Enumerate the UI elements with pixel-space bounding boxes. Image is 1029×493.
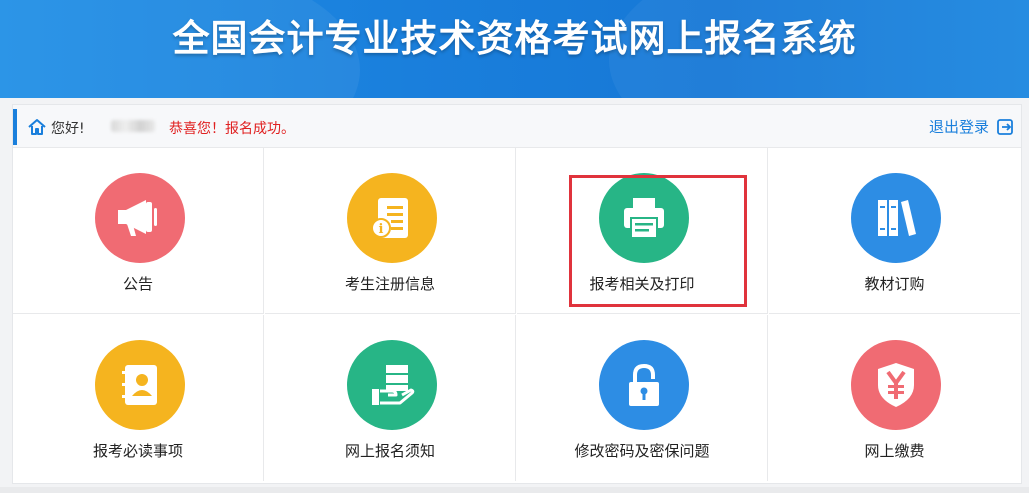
logout-button[interactable]: 退出登录 — [929, 116, 1015, 137]
logout-icon — [997, 118, 1013, 135]
menu-item-announcement[interactable]: 公告 — [13, 148, 264, 314]
padlock-icon — [599, 340, 689, 430]
megaphone-icon — [95, 173, 185, 263]
menu-item-label: 网上报名须知 — [344, 442, 435, 460]
menu-item-label: 报考必读事项 — [92, 442, 183, 460]
menu-grid: 公告 i 考生注册信息 报考相关及打印 教材订购 报考必读事项 网上报名须知 修… — [13, 148, 1021, 483]
menu-item-change-password[interactable]: 修改密码及密保问题 — [517, 315, 768, 481]
menu-item-exam-notes[interactable]: 报考必读事项 — [13, 315, 264, 481]
menu-item-textbook-order[interactable]: 教材订购 — [769, 148, 1020, 314]
address-book-icon — [95, 340, 185, 430]
printer-icon — [599, 173, 689, 263]
books-icon — [851, 173, 941, 263]
username-blurred — [111, 120, 155, 132]
home-icon[interactable] — [27, 117, 47, 137]
menu-item-label: 网上缴费 — [864, 442, 925, 460]
logout-label: 退出登录 — [928, 118, 989, 136]
svg-text:i: i — [379, 222, 384, 237]
menu-item-online-registration-notice[interactable]: 网上报名须知 — [265, 315, 516, 481]
menu-item-label: 教材订购 — [864, 275, 925, 293]
system-title: 全国会计专业技术资格考试网上报名系统 — [172, 17, 857, 60]
welcome-bar: 您好! 恭喜您！报名成功。 退出登录 — [13, 105, 1021, 148]
main-panel: 您好! 恭喜您！报名成功。 退出登录 公告 i 考生注册信息 报考相关及打印 教… — [12, 104, 1022, 484]
welcome-accent-bar — [13, 109, 17, 145]
menu-item-label: 修改密码及密保问题 — [574, 442, 710, 460]
menu-item-label: 公告 — [122, 275, 153, 293]
menu-item-exam-print[interactable]: 报考相关及打印 — [517, 148, 768, 314]
yen-shield-icon — [851, 340, 941, 430]
menu-item-label: 报考相关及打印 — [589, 275, 695, 293]
registration-success-message: 恭喜您！报名成功。 — [169, 121, 295, 137]
menu-item-online-payment[interactable]: 网上缴费 — [769, 315, 1020, 481]
hand-with-document-icon — [347, 340, 437, 430]
footer-divider — [0, 487, 1029, 493]
header-banner: 全国会计专业技术资格考试网上报名系统 — [0, 0, 1029, 98]
menu-item-registration-info[interactable]: i 考生注册信息 — [265, 148, 516, 314]
info-document-icon: i — [347, 173, 437, 263]
greeting-text: 您好! — [51, 121, 85, 137]
menu-item-label: 考生注册信息 — [344, 275, 435, 293]
